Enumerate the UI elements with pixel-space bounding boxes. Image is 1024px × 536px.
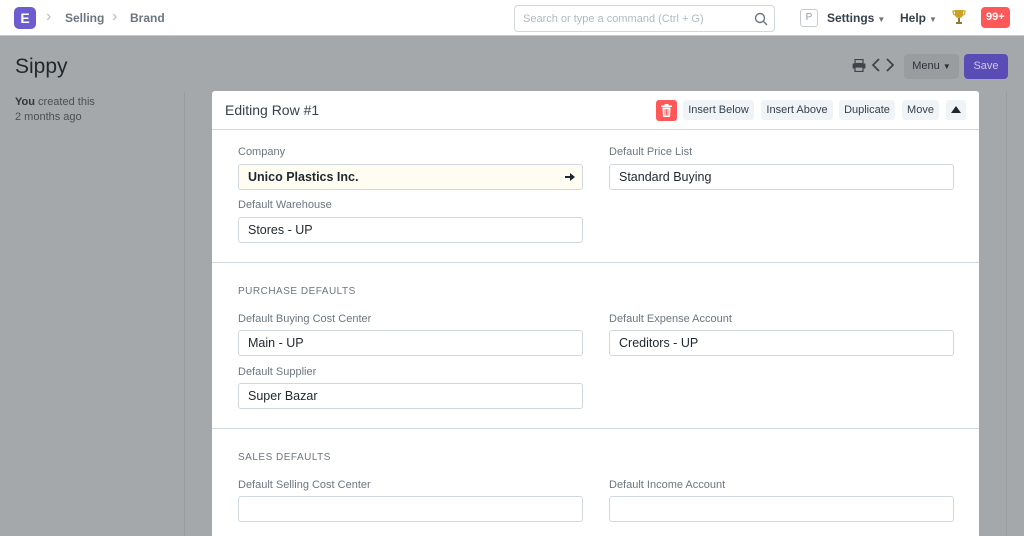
- selling-cost-center-label: Default Selling Cost Center: [238, 479, 371, 491]
- chevron-right-icon: ›: [46, 8, 52, 25]
- buying-cost-center-label: Default Buying Cost Center: [238, 313, 372, 325]
- print-icon[interactable]: [852, 59, 866, 72]
- company-field[interactable]: Unico Plastics Inc.: [238, 164, 583, 190]
- save-button[interactable]: Save: [964, 54, 1008, 79]
- selling-cost-center-field[interactable]: [238, 496, 583, 522]
- settings-dropdown[interactable]: Settings ▼: [827, 11, 885, 25]
- menu-label: Menu: [912, 60, 940, 72]
- timeline-entry: You created this: [15, 96, 95, 108]
- default-warehouse-label: Default Warehouse: [238, 199, 332, 211]
- duplicate-button[interactable]: Duplicate: [839, 100, 895, 120]
- timeline-user: You: [15, 96, 35, 108]
- breadcrumb-brand[interactable]: Brand: [130, 11, 165, 25]
- insert-above-button[interactable]: Insert Above: [761, 100, 833, 120]
- settings-label: Settings: [827, 11, 875, 25]
- chevron-left-icon[interactable]: [871, 58, 881, 72]
- help-label: Help: [900, 11, 927, 25]
- notification-badge[interactable]: 99+: [981, 7, 1010, 28]
- section-sales-defaults: SALES DEFAULTS Default Selling Cost Cent…: [212, 429, 979, 536]
- caret-down-icon: ▼: [942, 62, 951, 71]
- timeline-time: 2 months ago: [15, 111, 82, 123]
- trash-icon: [661, 104, 672, 117]
- menu-button[interactable]: Menu ▼: [904, 54, 959, 79]
- buying-cost-center-field[interactable]: Main - UP: [238, 330, 583, 356]
- default-supplier-field[interactable]: Super Bazar: [238, 383, 583, 409]
- p-app-icon[interactable]: P: [800, 9, 818, 27]
- panel-header: Editing Row #1 Insert Below Insert Above…: [212, 91, 979, 130]
- expense-account-label: Default Expense Account: [609, 313, 732, 325]
- timeline-action: created this: [38, 96, 95, 108]
- awesomebar-search[interactable]: [514, 5, 775, 32]
- top-navbar: E › Selling › Brand P Settings▼ Help▼ 99…: [0, 0, 1024, 36]
- panel-title: Editing Row #1: [225, 102, 320, 118]
- caret-down-icon: ▼: [877, 15, 886, 24]
- trophy-icon[interactable]: [952, 8, 966, 26]
- app-logo[interactable]: E: [14, 7, 36, 29]
- caret-down-icon: ▼: [929, 15, 937, 24]
- chevron-right-icon[interactable]: [885, 58, 895, 72]
- page-title: Sippy: [15, 55, 68, 78]
- default-price-list-field[interactable]: Standard Buying: [609, 164, 954, 190]
- section-heading: PURCHASE DEFAULTS: [238, 286, 356, 297]
- section-heading: SALES DEFAULTS: [238, 452, 331, 463]
- expense-account-field[interactable]: Creditors - UP: [609, 330, 954, 356]
- caret-up-icon: [951, 106, 961, 113]
- company-value: Unico Plastics Inc.: [248, 170, 359, 184]
- editing-row-panel: Editing Row #1 Insert Below Insert Above…: [212, 91, 979, 536]
- default-warehouse-field[interactable]: Stores - UP: [238, 217, 583, 243]
- section-purchase-defaults: PURCHASE DEFAULTS Default Buying Cost Ce…: [212, 263, 979, 429]
- company-label: Company: [238, 146, 286, 158]
- search-input[interactable]: [515, 6, 745, 31]
- move-button[interactable]: Move: [902, 100, 939, 120]
- form-sidebar: [0, 92, 185, 536]
- default-supplier-label: Default Supplier: [238, 366, 317, 378]
- default-price-list-label: Default Price List: [609, 146, 693, 158]
- delete-row-button[interactable]: [656, 100, 677, 121]
- search-icon[interactable]: [754, 12, 768, 26]
- divider: [1006, 92, 1007, 536]
- insert-below-button[interactable]: Insert Below: [683, 100, 754, 120]
- breadcrumb-selling[interactable]: Selling: [65, 11, 104, 25]
- arrow-right-icon[interactable]: [565, 172, 575, 182]
- income-account-field[interactable]: [609, 496, 954, 522]
- help-dropdown[interactable]: Help ▼: [900, 11, 937, 25]
- section-general: Company Unico Plastics Inc. Default Pric…: [212, 131, 979, 263]
- income-account-label: Default Income Account: [609, 479, 726, 491]
- collapse-button[interactable]: [946, 100, 966, 120]
- chevron-right-icon: ›: [112, 8, 118, 25]
